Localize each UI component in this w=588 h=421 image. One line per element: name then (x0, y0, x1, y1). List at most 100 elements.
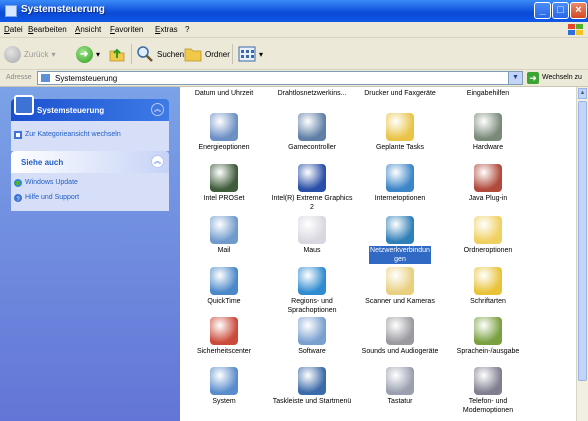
scheduled-tasks-icon (386, 113, 414, 141)
list-item-label: Mail (217, 247, 231, 254)
menu-favoriten[interactable]: Favoriten (110, 25, 143, 34)
list-item-label: Sicherheitscenter (196, 348, 252, 355)
list-item-label: Software (298, 348, 326, 355)
menu-bearbeiten[interactable]: Bearbeiten (28, 25, 67, 34)
list-item[interactable]: System (180, 367, 268, 406)
menu-help[interactable]: ? (185, 25, 189, 34)
menu-datei[interactable]: Datei (4, 25, 23, 34)
list-item[interactable]: Tastatur (356, 367, 444, 406)
chevron-down-icon: ▾ (51, 49, 56, 59)
list-item-label[interactable]: Datum und Uhrzeit (180, 89, 268, 98)
list-item-label: Gamecontroller (288, 144, 336, 151)
forward-button[interactable]: ➜ ▾ (76, 44, 100, 64)
list-item[interactable]: Schriftarten (444, 267, 532, 306)
chevron-down-icon: ▾ (259, 49, 264, 59)
list-item[interactable]: Maus (268, 216, 356, 255)
list-item-label: Telefon- und Modemoptionen (462, 398, 514, 414)
list-item[interactable]: Java Plug-in (444, 164, 532, 203)
folders-button[interactable]: Ordner (184, 44, 230, 64)
list-item[interactable]: Scanner und Kameras (356, 267, 444, 306)
help-support-link[interactable]: Hilfe und Support (25, 194, 79, 201)
list-item-label: Intel PROSet (203, 195, 245, 202)
list-item[interactable]: Energieoptionen (180, 113, 268, 152)
panel-header[interactable]: Siehe auch ︽ (11, 151, 169, 173)
hardware-icon (474, 113, 502, 141)
list-item[interactable]: Mail (180, 216, 268, 255)
list-item[interactable]: Sicherheitscenter (180, 317, 268, 356)
maximize-button[interactable]: □ (552, 2, 569, 19)
address-value: Systemsteuerung (55, 74, 118, 83)
list-item[interactable]: Regions- und Sprachoptionen (268, 267, 356, 315)
window-title: Systemsteuerung (21, 4, 105, 15)
up-folder-button[interactable] (108, 44, 126, 64)
list-item[interactable]: Sounds und Audiogeräte (356, 317, 444, 356)
list-item[interactable]: Netzwerkverbindungen (356, 216, 444, 264)
list-item[interactable]: Sprachein-/ausgabe (444, 317, 532, 356)
intel-graphics-icon (298, 164, 326, 192)
windows-logo-icon (568, 24, 583, 35)
list-item-label: Tastatur (387, 398, 413, 405)
java-plugin-icon (474, 164, 502, 192)
back-button[interactable]: Zurück ▾ (4, 44, 55, 64)
list-item-label: Java Plug-in (468, 195, 508, 202)
power-options-icon (210, 113, 238, 141)
network-connections-icon (386, 216, 414, 244)
forward-arrow-icon: ➜ (76, 45, 93, 63)
list-item[interactable]: Geplante Tasks (356, 113, 444, 152)
close-button[interactable]: × (570, 2, 587, 19)
list-item[interactable]: QuickTime (180, 267, 268, 306)
address-input[interactable]: Systemsteuerung ▼ (37, 71, 523, 85)
list-item[interactable]: Taskleiste und Startmenü (268, 367, 356, 406)
address-label: Adresse (6, 74, 32, 81)
search-button[interactable]: Suchen (136, 44, 184, 64)
go-button[interactable]: Wechseln zu (542, 74, 582, 81)
software-icon (298, 317, 326, 345)
scroll-thumb[interactable] (578, 101, 587, 381)
list-item-label: Regions- und Sprachoptionen (287, 298, 337, 314)
list-item-label: Maus (303, 247, 321, 254)
views-icon (238, 46, 256, 62)
list-item-label: Taskleiste und Startmenü (272, 398, 352, 405)
go-arrow-icon[interactable]: ➜ (527, 72, 539, 84)
list-item[interactable]: Intel(R) Extreme Graphics 2 (268, 164, 356, 212)
views-button[interactable]: ▾ (238, 44, 263, 64)
collapse-icon[interactable]: ︽ (151, 155, 164, 168)
quicktime-icon (210, 267, 238, 295)
vertical-scrollbar[interactable]: ▲ (576, 87, 588, 421)
panel-header[interactable]: Systemsteuerung ︽ (11, 95, 169, 121)
collapse-icon[interactable]: ︽ (151, 103, 164, 116)
mouse-icon (298, 216, 326, 244)
mail-icon (210, 216, 238, 244)
game-controller-icon (298, 113, 326, 141)
intel-proset-icon (210, 164, 238, 192)
menu-extras[interactable]: Extras (155, 25, 178, 34)
list-item-label[interactable]: Drucker und Faxgeräte (356, 89, 444, 98)
back-label: Zurück (24, 49, 49, 59)
list-item[interactable]: Gamecontroller (268, 113, 356, 152)
windows-update-link[interactable]: Windows Update (25, 179, 78, 186)
list-item[interactable]: Software (268, 317, 356, 356)
regional-options-icon (298, 267, 326, 295)
list-item[interactable]: Telefon- und Modemoptionen (444, 367, 532, 415)
menu-ansicht[interactable]: Ansicht (75, 25, 101, 34)
list-item-label: Scanner und Kameras (365, 298, 435, 305)
list-item[interactable]: Hardware (444, 113, 532, 152)
list-item-label: System (212, 398, 236, 405)
folder-options-icon (474, 216, 502, 244)
scroll-up-button[interactable]: ▲ (578, 88, 587, 99)
control-panel-items: Datum und Uhrzeit Drahtlosnetzwerkins... D… (180, 87, 576, 421)
list-item-label: QuickTime (207, 298, 241, 305)
taskbar-icon (298, 367, 326, 395)
list-item[interactable]: Ordneroptionen (444, 216, 532, 255)
list-item-label: Internetoptionen (374, 195, 426, 202)
list-item[interactable]: Intel PROSet (180, 164, 268, 203)
control-panel-tasks-panel: Systemsteuerung ︽ Zur Kategorieansicht w… (11, 95, 169, 151)
list-item[interactable]: Internetoptionen (356, 164, 444, 203)
minimize-button[interactable]: _ (534, 2, 551, 19)
task-pane: Systemsteuerung ︽ Zur Kategorieansicht w… (0, 87, 180, 421)
address-dropdown-button[interactable]: ▼ (508, 72, 522, 84)
switch-category-view-link[interactable]: Zur Kategorieansicht wechseln (25, 131, 121, 138)
list-item-label: Geplante Tasks (375, 144, 425, 151)
list-item-label[interactable]: Drahtlosnetzwerkins... (268, 89, 356, 98)
list-item-label[interactable]: Eingabehilfen (444, 89, 532, 98)
